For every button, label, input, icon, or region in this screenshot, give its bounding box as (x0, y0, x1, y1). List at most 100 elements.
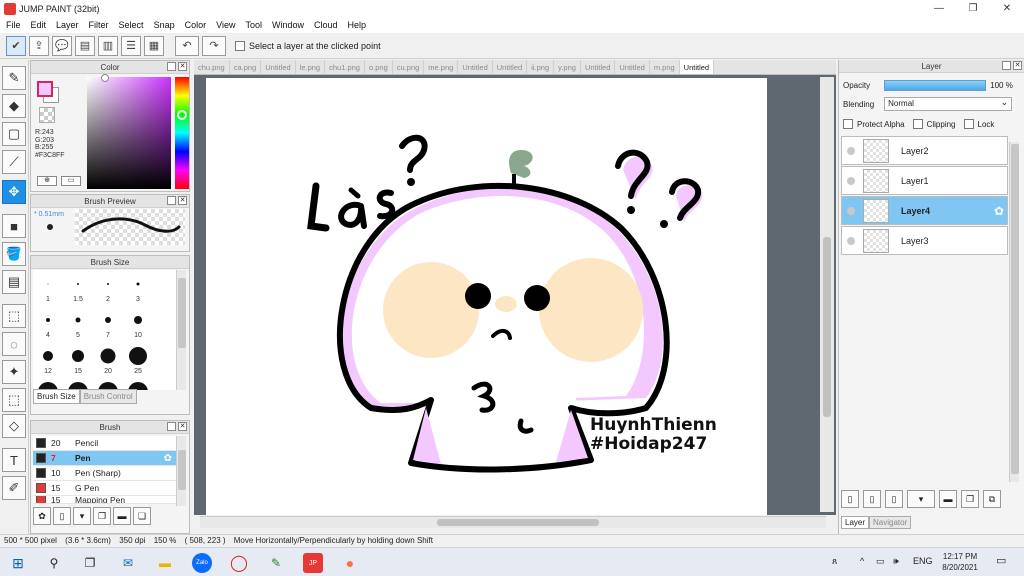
size-cell-2[interactable]: 2 (93, 272, 123, 308)
size-cell-25[interactable]: 25 (123, 344, 153, 380)
tab-chu-png[interactable]: chu.png (194, 60, 230, 74)
brush-item-mapping-pen[interactable]: 15 Mapping Pen (33, 496, 176, 504)
brush-list-scrollbar[interactable] (176, 436, 186, 506)
size-cell-10[interactable]: 10 (123, 308, 153, 344)
panel-float-icon[interactable] (167, 422, 176, 431)
windows-start-icon[interactable]: ⊞ (8, 553, 28, 573)
tab-o-png[interactable]: o.png (365, 60, 393, 74)
tab-y-png[interactable]: y.png (554, 60, 581, 74)
menu-tool[interactable]: Tool (241, 20, 268, 30)
menu-color[interactable]: Color (181, 20, 213, 30)
message-icon[interactable]: ▤ (75, 35, 95, 56)
select-eraser-icon[interactable]: ◇ (2, 414, 26, 438)
brush-menu-icon[interactable]: ▾ (73, 507, 91, 525)
gear-icon[interactable]: ✿ (994, 204, 1004, 218)
share-icon[interactable]: ⇪ (29, 35, 49, 56)
redo-icon[interactable]: ↷ (202, 35, 226, 56)
tab-untitled[interactable]: Untitled (261, 60, 296, 74)
hue-slider[interactable] (175, 77, 189, 189)
search-icon[interactable]: ⚲ (44, 553, 64, 573)
foreground-color-swatch[interactable] (37, 81, 53, 97)
zalo-icon[interactable]: Zalo (192, 553, 212, 573)
maximize-icon[interactable]: ❐ (956, 0, 990, 17)
size-cell-7[interactable]: 7 (93, 308, 123, 344)
tab-brush-control[interactable]: Brush Control (79, 389, 137, 404)
settings-list-icon[interactable]: ▦ (144, 35, 164, 56)
tab-untitled-active[interactable]: Untitled (679, 60, 715, 74)
brush-item-pencil[interactable]: 20 Pencil (33, 436, 176, 451)
gradient-tool-icon[interactable]: ▤ (2, 270, 26, 294)
tab-untitled[interactable]: Untitled (458, 60, 493, 74)
visibility-icon[interactable] (847, 146, 855, 155)
people-icon[interactable]: ጸ (832, 556, 837, 567)
size-cell-3[interactable]: 3 (123, 272, 153, 308)
vscroll-thumb[interactable] (823, 237, 831, 417)
cloud-sync-icon[interactable]: ✔ (6, 35, 26, 56)
task-view-icon[interactable]: ❐ (80, 553, 100, 573)
document-icon[interactable]: ▥ (98, 35, 118, 56)
menu-cloud[interactable]: Cloud (310, 20, 344, 30)
canvas[interactable]: HuynhThienn #Hoidap247 (206, 78, 767, 515)
tab-ii-png[interactable]: ii.png (527, 60, 555, 74)
canvas-horizontal-scrollbar[interactable] (200, 516, 826, 528)
copy-brush-icon[interactable]: ❐ (93, 507, 111, 525)
shape-tool-icon[interactable]: ▢ (2, 122, 26, 146)
saturation-value-picker[interactable] (87, 74, 171, 189)
float-icon[interactable]: ❏ (133, 507, 151, 525)
fill-rect-tool-icon[interactable]: ■ (2, 214, 26, 238)
lock-checkbox[interactable] (963, 119, 974, 129)
size-cell-12[interactable]: 12 (33, 344, 63, 380)
canvas-vertical-scrollbar[interactable] (820, 77, 834, 512)
opera-icon[interactable]: ◯ (229, 553, 249, 573)
line-tool-icon[interactable]: ⟋ (2, 150, 26, 174)
brush-size-scrollbar[interactable] (176, 270, 186, 390)
clipping-checkbox[interactable] (912, 119, 923, 129)
transparent-swatch[interactable] (39, 107, 55, 123)
menu-select[interactable]: Select (115, 20, 150, 30)
menu-file[interactable]: File (2, 20, 27, 30)
panel-close-icon[interactable]: ✕ (1013, 61, 1022, 70)
network-icon[interactable]: ▭ (876, 556, 885, 567)
new-layer-icon[interactable]: ▯ (841, 490, 859, 508)
panel-close-icon[interactable]: ✕ (178, 196, 187, 205)
swap-color-icon[interactable]: ▭ (61, 176, 81, 186)
brush-item-pen-sharp[interactable]: 10 Pen (Sharp) (33, 466, 176, 481)
opacity-slider[interactable] (884, 80, 987, 91)
menu-filter[interactable]: Filter (85, 20, 115, 30)
menu-edit[interactable]: Edit (27, 20, 53, 30)
close-icon[interactable]: ✕ (990, 0, 1024, 17)
folder-icon[interactable]: ▬ (939, 490, 957, 508)
new-layer-1bit-icon[interactable]: ▯ (885, 490, 903, 508)
volume-icon[interactable]: 🕪 (893, 556, 899, 567)
blending-select[interactable]: Normal (884, 96, 1013, 111)
list-icon[interactable]: ☰ (121, 35, 141, 56)
tab-untitled[interactable]: Untitled (581, 60, 616, 74)
visibility-icon[interactable] (847, 206, 855, 215)
move-tool-icon[interactable]: ✥ (2, 180, 26, 204)
brush-settings-icon[interactable]: ✿ (33, 507, 51, 525)
checkbox-icon[interactable] (235, 40, 245, 51)
duplicate-layer-icon[interactable]: ❐ (961, 490, 979, 508)
minimize-icon[interactable]: — (922, 0, 956, 17)
menu-window[interactable]: Window (268, 20, 310, 30)
size-cell-1[interactable]: 1 (33, 272, 63, 308)
visibility-icon[interactable] (847, 176, 855, 185)
tab-untitled[interactable]: Untitled (493, 60, 528, 74)
tab-navigator[interactable]: Navigator (869, 516, 912, 529)
text-tool-icon[interactable]: T (2, 448, 26, 472)
tab-me-png[interactable]: me.png (424, 60, 459, 74)
visibility-icon[interactable] (847, 236, 855, 245)
tab-ca-png[interactable]: ca.png (230, 60, 262, 74)
magic-wand-icon[interactable]: ✦ (2, 360, 26, 384)
comment-icon[interactable]: 💬 (52, 35, 72, 56)
firefox-icon[interactable]: ● (340, 553, 360, 573)
tab-brush-size[interactable]: Brush Size (33, 389, 80, 404)
tab-m-png[interactable]: m.png (650, 60, 680, 74)
tab-cu-png[interactable]: cu.png (393, 60, 425, 74)
notification-icon[interactable]: ▭ (996, 554, 1006, 567)
palette-icon[interactable]: ⊕ (37, 176, 57, 186)
size-cell-5[interactable]: 5 (63, 308, 93, 344)
lasso-select-icon[interactable]: ◌ (2, 332, 26, 356)
pen-tool-icon[interactable]: ✎ (2, 66, 26, 90)
size-cell-15[interactable]: 15 (63, 344, 93, 380)
